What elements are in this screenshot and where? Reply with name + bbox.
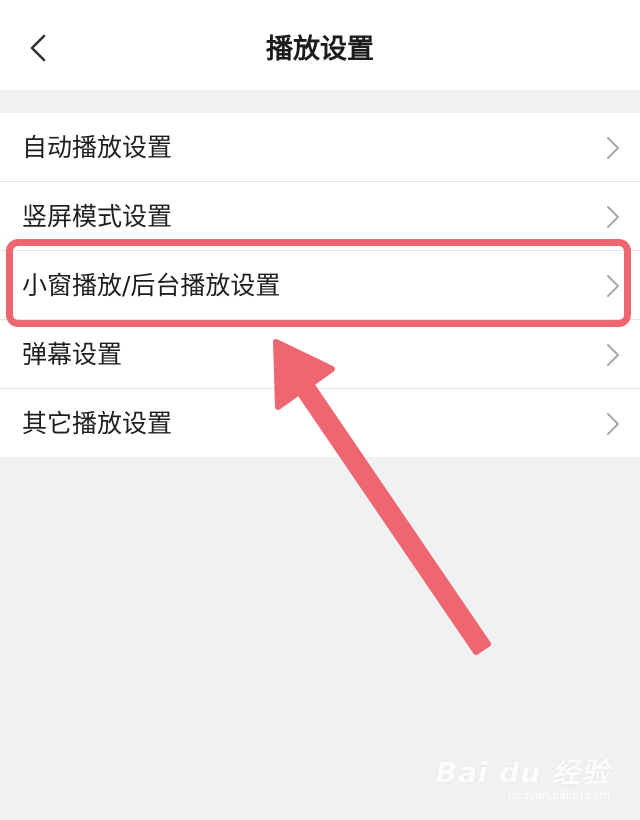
- page-title: 播放设置: [266, 34, 374, 65]
- top-nav-bar: 播放设置: [0, 0, 640, 90]
- settings-item-label: 弹幕设置: [22, 340, 123, 369]
- settings-item-label: 小窗播放/后台播放设置: [22, 271, 281, 300]
- settings-item-danmaku[interactable]: 弹幕设置: [0, 320, 640, 389]
- chevron-right-icon: [607, 413, 619, 435]
- chevron-right-icon: [607, 344, 619, 366]
- settings-item-label: 自动播放设置: [22, 133, 173, 162]
- watermark-url: jingyan.baidu.com: [508, 789, 610, 802]
- settings-item-pip-background-play[interactable]: 小窗播放/后台播放设置: [0, 251, 640, 320]
- settings-item-portrait-mode[interactable]: 竖屏模式设置: [0, 182, 640, 251]
- chevron-right-icon: [607, 275, 619, 297]
- chevron-right-icon: [607, 137, 619, 159]
- watermark-logo: Bai du 经验: [435, 756, 610, 789]
- settings-item-other-playback[interactable]: 其它播放设置: [0, 389, 640, 457]
- settings-list: 自动播放设置 竖屏模式设置 小窗播放/后台播放设置 弹幕设置 其它播放设置: [0, 113, 640, 457]
- chevron-right-icon: [607, 206, 619, 228]
- settings-item-autoplay[interactable]: 自动播放设置: [0, 113, 640, 182]
- settings-item-label: 竖屏模式设置: [22, 202, 173, 231]
- watermark: Bai du 经验 jingyan.baidu.com: [436, 751, 610, 802]
- settings-item-label: 其它播放设置: [22, 409, 173, 438]
